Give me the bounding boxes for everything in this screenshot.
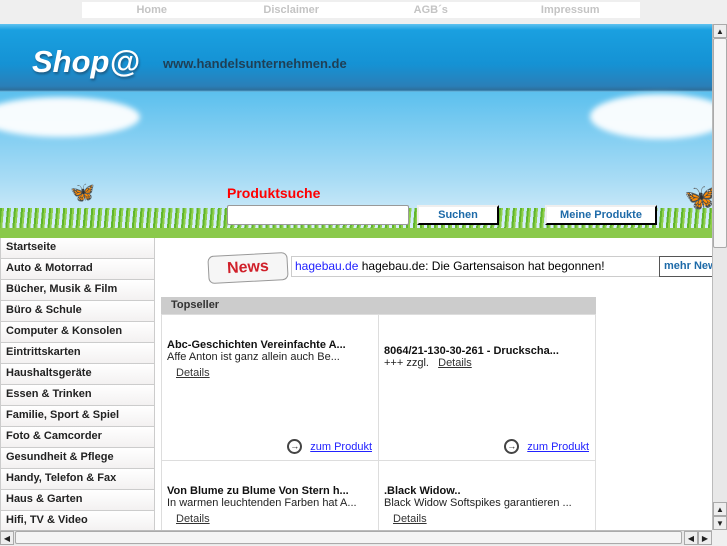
horizontal-scroll-thumb[interactable] <box>15 531 682 544</box>
butterfly-icon: 🦋 <box>70 182 95 204</box>
sidebar-item[interactable]: Familie, Sport & Spiel <box>0 406 155 427</box>
product-card: Abc-Geschichten Vereinfachte A... Affe A… <box>161 314 379 461</box>
scroll-up-icon[interactable]: ▲ <box>713 502 727 516</box>
sidebar-item[interactable]: Haus & Garten <box>0 490 155 511</box>
scroll-up-icon[interactable]: ▲ <box>713 24 727 38</box>
sidebar-item[interactable]: Eintrittskarten <box>0 343 155 364</box>
nav-disclaimer[interactable]: Disclaimer <box>222 2 362 18</box>
my-products-button[interactable]: Meine Produkte <box>545 205 657 225</box>
product-card: .Black Widow.. Black Widow Softspikes ga… <box>378 460 596 530</box>
sidebar-item[interactable]: Bücher, Musik & Film <box>0 280 155 301</box>
sidebar: Startseite Auto & Motorrad Bücher, Musik… <box>0 238 155 530</box>
arrow-right-icon[interactable]: → <box>287 439 303 454</box>
details-link[interactable]: Details <box>176 513 210 525</box>
sidebar-item[interactable]: Foto & Camcorder <box>0 427 155 448</box>
product-desc: +++ zzgl. <box>384 357 429 369</box>
details-link[interactable]: Details <box>393 513 427 525</box>
vertical-scroll-thumb[interactable] <box>713 38 727 248</box>
product-title: 8064/21-130-30-261 - Druckscha... <box>384 345 559 357</box>
sidebar-item[interactable]: Hifi, TV & Video <box>0 511 155 530</box>
details-link[interactable]: Details <box>176 367 210 379</box>
product-card: Von Blume zu Blume Von Stern h... In war… <box>161 460 379 530</box>
to-product-link[interactable]: zum Produkt <box>310 441 372 453</box>
sidebar-item[interactable]: Gesundheit & Pflege <box>0 448 155 469</box>
to-product-link[interactable]: zum Produkt <box>527 441 589 453</box>
sidebar-item[interactable]: Handy, Telefon & Fax <box>0 469 155 490</box>
product-title: Von Blume zu Blume Von Stern h... <box>167 485 349 497</box>
logo: Shop@ <box>32 44 140 79</box>
search-button[interactable]: Suchen <box>417 205 499 225</box>
page: Shop@ www.handelsunternehmen.de 🦋 🦋 Prod… <box>0 24 712 530</box>
news-ticker: hagebau.de hagebau.de: Die Gartensaison … <box>291 256 661 277</box>
sidebar-item[interactable]: Computer & Konsolen <box>0 322 155 343</box>
sidebar-item[interactable]: Büro & Schule <box>0 301 155 322</box>
product-title: Abc-Geschichten Vereinfachte A... <box>167 339 346 351</box>
news-badge: News <box>207 251 289 285</box>
product-desc: In warmen leuchtenden Farben hat A... <box>167 497 357 509</box>
scroll-left-icon[interactable]: ◀ <box>684 531 698 545</box>
sidebar-item[interactable]: Startseite <box>0 238 155 259</box>
nav-agb[interactable]: AGB´s <box>361 2 501 18</box>
search-label: Produktsuche <box>227 185 321 201</box>
sidebar-item[interactable]: Auto & Motorrad <box>0 259 155 280</box>
details-link[interactable]: Details <box>438 357 472 369</box>
butterfly-icon: 🦋 <box>684 182 712 212</box>
product-desc: Affe Anton ist ganz allein auch Be... <box>167 351 340 363</box>
arrow-right-icon[interactable]: → <box>504 439 520 454</box>
search-input[interactable] <box>227 205 409 225</box>
more-news-button[interactable]: mehr News <box>659 256 712 277</box>
top-nav: Home Disclaimer AGB´s Impressum <box>82 2 640 18</box>
scroll-left-icon[interactable]: ◀ <box>0 531 14 545</box>
sidebar-item[interactable]: Essen & Trinken <box>0 385 155 406</box>
product-card: 8064/21-130-30-261 - Druckscha... +++ zz… <box>378 314 596 461</box>
scroll-right-icon[interactable]: ▶ <box>698 531 712 545</box>
scroll-down-icon[interactable]: ▼ <box>713 516 727 530</box>
product-title: .Black Widow.. <box>384 485 461 497</box>
topseller-header: Topseller <box>161 297 596 314</box>
header-banner: Shop@ www.handelsunternehmen.de <box>0 24 712 92</box>
site-url: www.handelsunternehmen.de <box>163 56 347 71</box>
sidebar-item[interactable]: Haushaltsgeräte <box>0 364 155 385</box>
news-text: hagebau.de: Die Gartensaison hat begonne… <box>358 259 605 273</box>
product-desc: Black Widow Softspikes garantieren ... <box>384 497 572 509</box>
nav-home[interactable]: Home <box>82 2 222 18</box>
news-link[interactable]: hagebau.de <box>295 259 358 273</box>
nav-impressum[interactable]: Impressum <box>501 2 641 18</box>
